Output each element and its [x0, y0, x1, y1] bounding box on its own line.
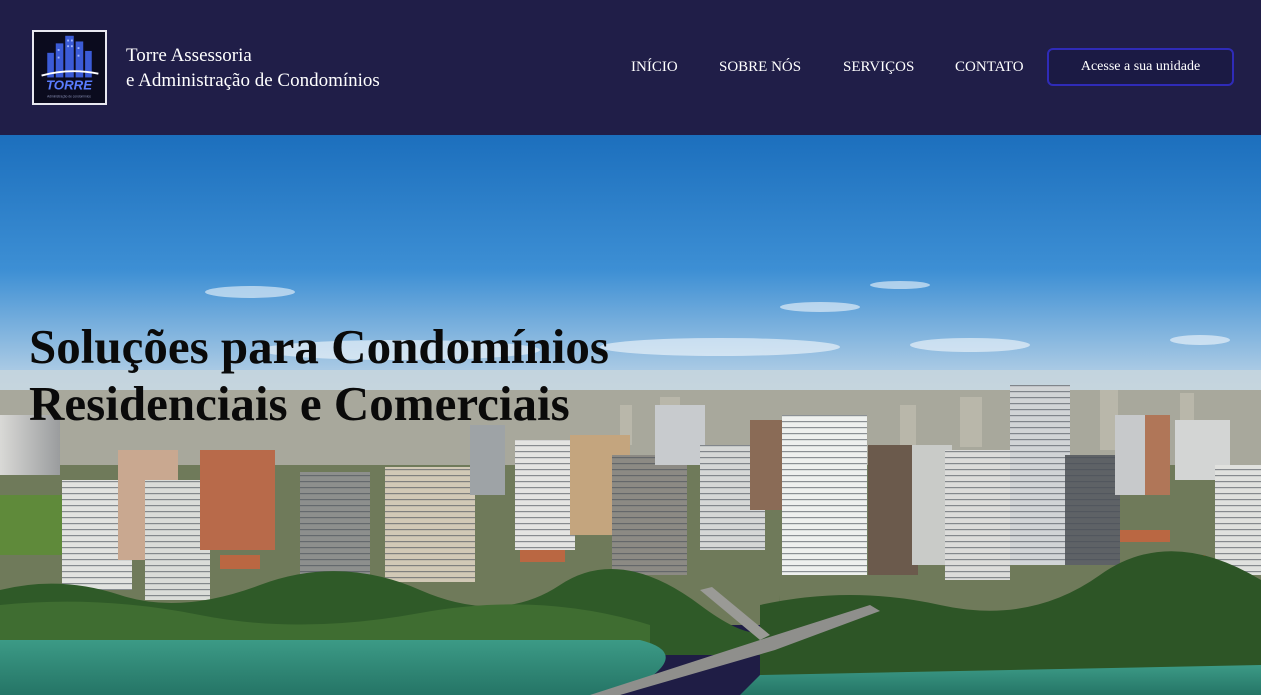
hero-title-line-1: Soluções para Condomínios — [29, 319, 609, 374]
nav-inicio[interactable]: INÍCIO — [631, 58, 678, 76]
hero-title: Soluções para Condomínios Residenciais e… — [29, 318, 609, 432]
nav-contato[interactable]: CONTATO — [955, 58, 1024, 76]
buildings-logo-icon: TORRE Administração de condomínios — [34, 32, 105, 103]
brand-line-1: Torre Assessoria — [126, 45, 252, 66]
brand-line-2: e Administração de Condomínios — [126, 70, 380, 91]
svg-text:TORRE: TORRE — [46, 78, 93, 93]
hero-title-line-2: Residenciais e Comerciais — [29, 376, 570, 431]
svg-text:Administração de condomínios: Administração de condomínios — [47, 94, 91, 98]
logo[interactable]: TORRE Administração de condomínios — [32, 30, 107, 105]
access-unit-button[interactable]: Acesse a sua unidade — [1047, 48, 1234, 86]
brand-name: Torre Assessoria e Administração de Cond… — [126, 43, 380, 93]
hero-banner: Soluções para Condomínios Residenciais e… — [0, 135, 1261, 695]
nav-sobre-nos[interactable]: SOBRE NÓS — [719, 58, 801, 76]
nav-servicos[interactable]: SERVIÇOS — [843, 58, 914, 76]
site-header: TORRE Administração de condomínios Torre… — [0, 0, 1261, 135]
